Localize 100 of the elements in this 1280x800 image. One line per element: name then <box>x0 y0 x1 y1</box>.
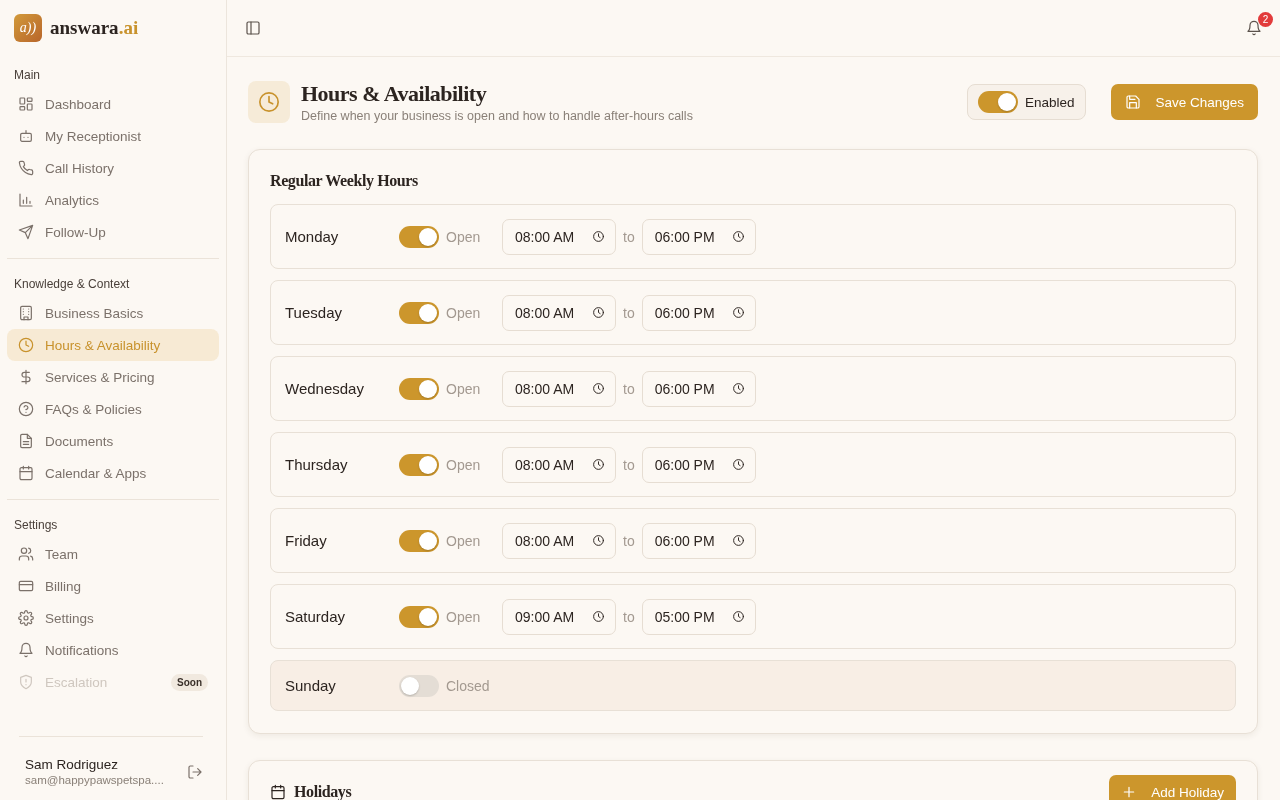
toggle-switch[interactable] <box>399 529 439 552</box>
separator-text: to <box>623 380 635 397</box>
user-email: sam@happypawspetspa.... <box>25 774 165 786</box>
section-title: Settings <box>13 517 59 534</box>
clock-icon <box>731 230 745 243</box>
toggle-switch[interactable] <box>399 225 439 248</box>
time-field[interactable]: 06:00 PM <box>641 370 756 407</box>
brand-name: answara.ai <box>50 17 139 39</box>
card-title: Holidays <box>270 783 352 800</box>
status-label: Open <box>446 228 482 245</box>
save-icon <box>1125 94 1142 110</box>
clock-icon <box>731 534 745 547</box>
clock-icon <box>592 230 605 243</box>
gear-icon <box>18 610 34 626</box>
page-title: Hours & Availability <box>301 81 488 107</box>
toggle-switch[interactable] <box>399 301 439 324</box>
dollar-icon <box>18 369 34 385</box>
notification-count: 2 <box>1258 12 1273 27</box>
toggle-switch[interactable] <box>399 377 439 400</box>
status-label: Open <box>446 532 482 549</box>
clock-icon <box>592 458 605 471</box>
sidebar-toggle-button[interactable] <box>245 20 261 36</box>
sidebar-item[interactable]: Dashboard <box>7 88 219 120</box>
help-icon <box>18 401 34 417</box>
users-icon <box>18 546 34 562</box>
toggle-switch[interactable] <box>977 91 1018 113</box>
status-label: Open <box>446 304 482 321</box>
sidebar-item[interactable]: Calendar & Apps <box>7 457 219 489</box>
clock-icon <box>592 306 605 319</box>
separator-text: to <box>623 456 635 473</box>
send-icon <box>18 224 34 240</box>
sidebar-item[interactable]: My Receptionist <box>7 120 219 152</box>
sidebar-item[interactable]: Documents <box>7 425 219 457</box>
logout-button[interactable] <box>187 763 203 780</box>
user-name: Sam Rodriguez <box>25 757 120 772</box>
grid-icon <box>18 96 34 112</box>
day-label: Sunday <box>285 677 337 694</box>
time-field[interactable]: 08:00 AM <box>502 522 616 559</box>
section-title: Main <box>13 67 41 84</box>
status-label: Open <box>446 456 482 473</box>
notifications-button[interactable] <box>1246 20 1262 36</box>
sidebar-panel-icon <box>245 20 261 36</box>
time-field[interactable]: 06:00 PM <box>641 218 756 255</box>
status-label: Open <box>446 608 482 625</box>
clock-icon <box>592 610 605 623</box>
time-field[interactable]: 08:00 AM <box>502 218 616 255</box>
clock-icon <box>18 337 34 353</box>
building-icon <box>18 305 34 321</box>
clock-icon <box>592 382 605 395</box>
save-button[interactable]: Save Changes <box>1111 84 1258 120</box>
clock-icon <box>258 91 280 113</box>
card-title: Regular Weekly Hours <box>270 172 419 190</box>
document-icon <box>18 433 34 449</box>
bar-chart-icon <box>18 192 34 208</box>
calendar-icon <box>18 465 34 481</box>
page-subtitle: Define when your business is open and how to handle after-hours calls <box>301 109 694 123</box>
bell-icon <box>1246 20 1262 36</box>
time-field[interactable]: 08:00 AM <box>502 294 616 331</box>
phone-icon <box>18 160 34 176</box>
separator-text: to <box>623 532 635 549</box>
separator-text: to <box>623 228 635 245</box>
time-field[interactable]: 06:00 PM <box>641 294 756 331</box>
credit-card-icon <box>18 578 34 594</box>
time-field[interactable]: 06:00 PM <box>641 446 756 483</box>
day-label: Monday <box>285 228 340 245</box>
sidebar-item[interactable]: Analytics <box>7 184 219 216</box>
clock-icon <box>731 382 745 395</box>
sidebar-item[interactable]: Services & Pricing <box>7 361 219 393</box>
sidebar-item[interactable]: Follow-Up <box>7 216 219 248</box>
time-field[interactable]: 08:00 AM <box>502 370 616 407</box>
clock-icon <box>592 534 605 547</box>
section-title: Knowledge & Context <box>13 276 131 293</box>
clock-icon <box>731 458 745 471</box>
sidebar-item[interactable]: Billing <box>7 570 219 602</box>
time-field[interactable]: 09:00 AM <box>502 598 616 635</box>
sidebar-item[interactable]: Business Basics <box>7 297 219 329</box>
separator-text: to <box>623 608 635 625</box>
time-field[interactable]: 05:00 PM <box>641 598 756 635</box>
time-field[interactable]: 08:00 AM <box>502 446 616 483</box>
soon-badge: Soon <box>171 673 208 691</box>
day-label: Friday <box>285 532 328 549</box>
sidebar-item[interactable]: Notifications <box>7 634 219 666</box>
toggle-switch[interactable] <box>399 674 439 697</box>
clock-icon <box>731 306 745 319</box>
time-field[interactable]: 06:00 PM <box>641 522 756 559</box>
status-label: Closed <box>446 677 491 694</box>
toggle-switch[interactable] <box>399 605 439 628</box>
bell-icon <box>18 642 34 658</box>
sidebar-item[interactable]: Settings <box>7 602 219 634</box>
status-label: Open <box>446 380 482 397</box>
sidebar-item[interactable]: FAQs & Policies <box>7 393 219 425</box>
sidebar-item[interactable]: Call History <box>7 152 219 184</box>
robot-icon <box>18 128 34 144</box>
enabled-toggle[interactable]: Enabled <box>966 84 1087 120</box>
day-label: Wednesday <box>285 380 365 397</box>
logout-icon <box>187 763 203 780</box>
sidebar-item[interactable]: Team <box>7 538 219 570</box>
shield-icon <box>18 674 34 690</box>
toggle-switch[interactable] <box>399 453 439 476</box>
add-holiday-button[interactable]: Add Holiday <box>1109 775 1236 800</box>
